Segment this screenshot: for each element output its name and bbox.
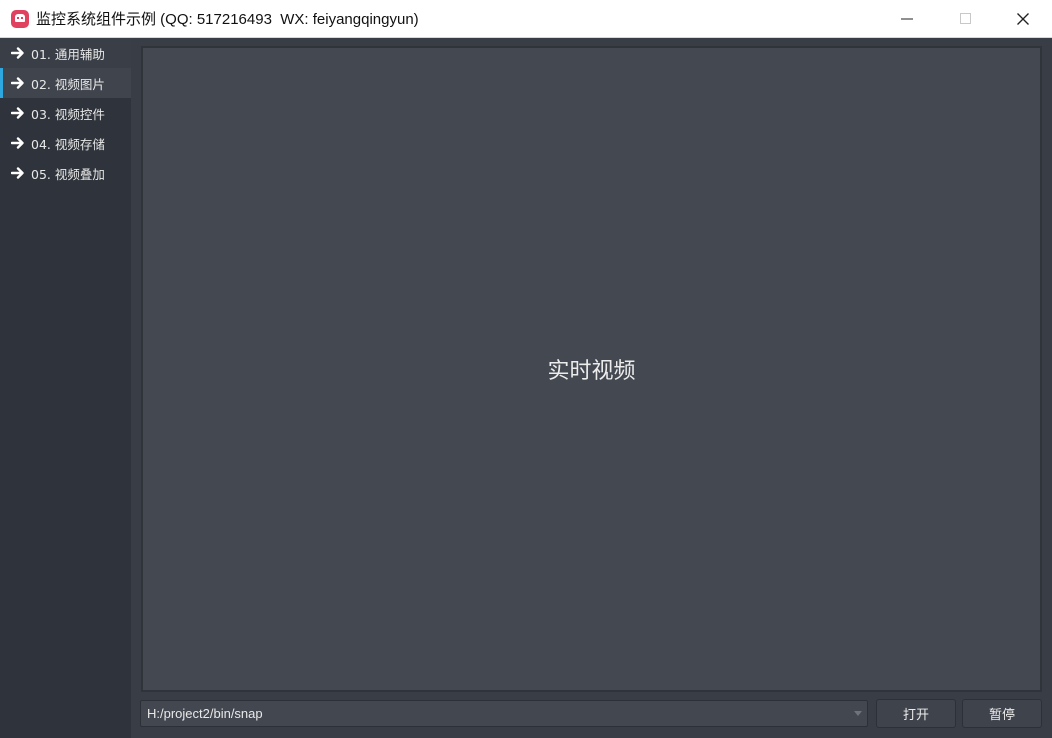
maximize-icon (959, 13, 971, 24)
chevron-down-icon[interactable] (849, 701, 867, 726)
nav-item-label: 02. 视频图片 (31, 76, 105, 92)
app-logo-icon (11, 9, 29, 28)
nav-item-video-overlay[interactable]: 05. 视频叠加 (0, 158, 131, 188)
nav-item-video-storage[interactable]: 04. 视频存储 (0, 128, 131, 158)
snapshot-path-input[interactable] (141, 701, 849, 726)
nav-item-general[interactable]: 01. 通用辅助 (0, 38, 131, 68)
nav-item-label: 03. 视频控件 (31, 106, 105, 122)
close-button[interactable] (994, 0, 1052, 37)
nav-item-video-control[interactable]: 03. 视频控件 (0, 98, 131, 128)
nav-item-label: 04. 视频存储 (31, 136, 105, 152)
pause-button[interactable]: 暂停 (962, 699, 1042, 728)
arrow-right-icon (11, 167, 24, 179)
minimize-button[interactable] (878, 0, 936, 37)
nav-item-label: 05. 视频叠加 (31, 166, 105, 182)
arrow-right-icon (11, 137, 24, 149)
snapshot-path-combobox[interactable] (140, 700, 868, 727)
minimize-icon (901, 18, 913, 19)
close-icon (1017, 12, 1029, 25)
title-bar: 监控系统组件示例 (QQ: 517216493 WX: feiyangqingy… (0, 0, 1052, 38)
maximize-button[interactable] (936, 0, 994, 37)
video-panel[interactable]: 实时视频 (141, 46, 1042, 692)
arrow-right-icon (11, 47, 24, 59)
window-title: 监控系统组件示例 (QQ: 517216493 WX: feiyangqingy… (36, 11, 419, 28)
nav-item-label: 01. 通用辅助 (31, 46, 105, 62)
open-button[interactable]: 打开 (876, 699, 956, 728)
arrow-right-icon (11, 107, 24, 119)
sidebar-nav: 01. 通用辅助 02. 视频图片 03. 视频控件 04. 视频存储 05. … (0, 38, 131, 738)
video-placeholder-label: 实时视频 (547, 359, 636, 384)
arrow-right-icon (11, 77, 24, 89)
main-content: 实时视频 打开 暂停 (131, 38, 1052, 738)
nav-item-video-image[interactable]: 02. 视频图片 (0, 68, 131, 98)
window-controls (878, 0, 1052, 37)
